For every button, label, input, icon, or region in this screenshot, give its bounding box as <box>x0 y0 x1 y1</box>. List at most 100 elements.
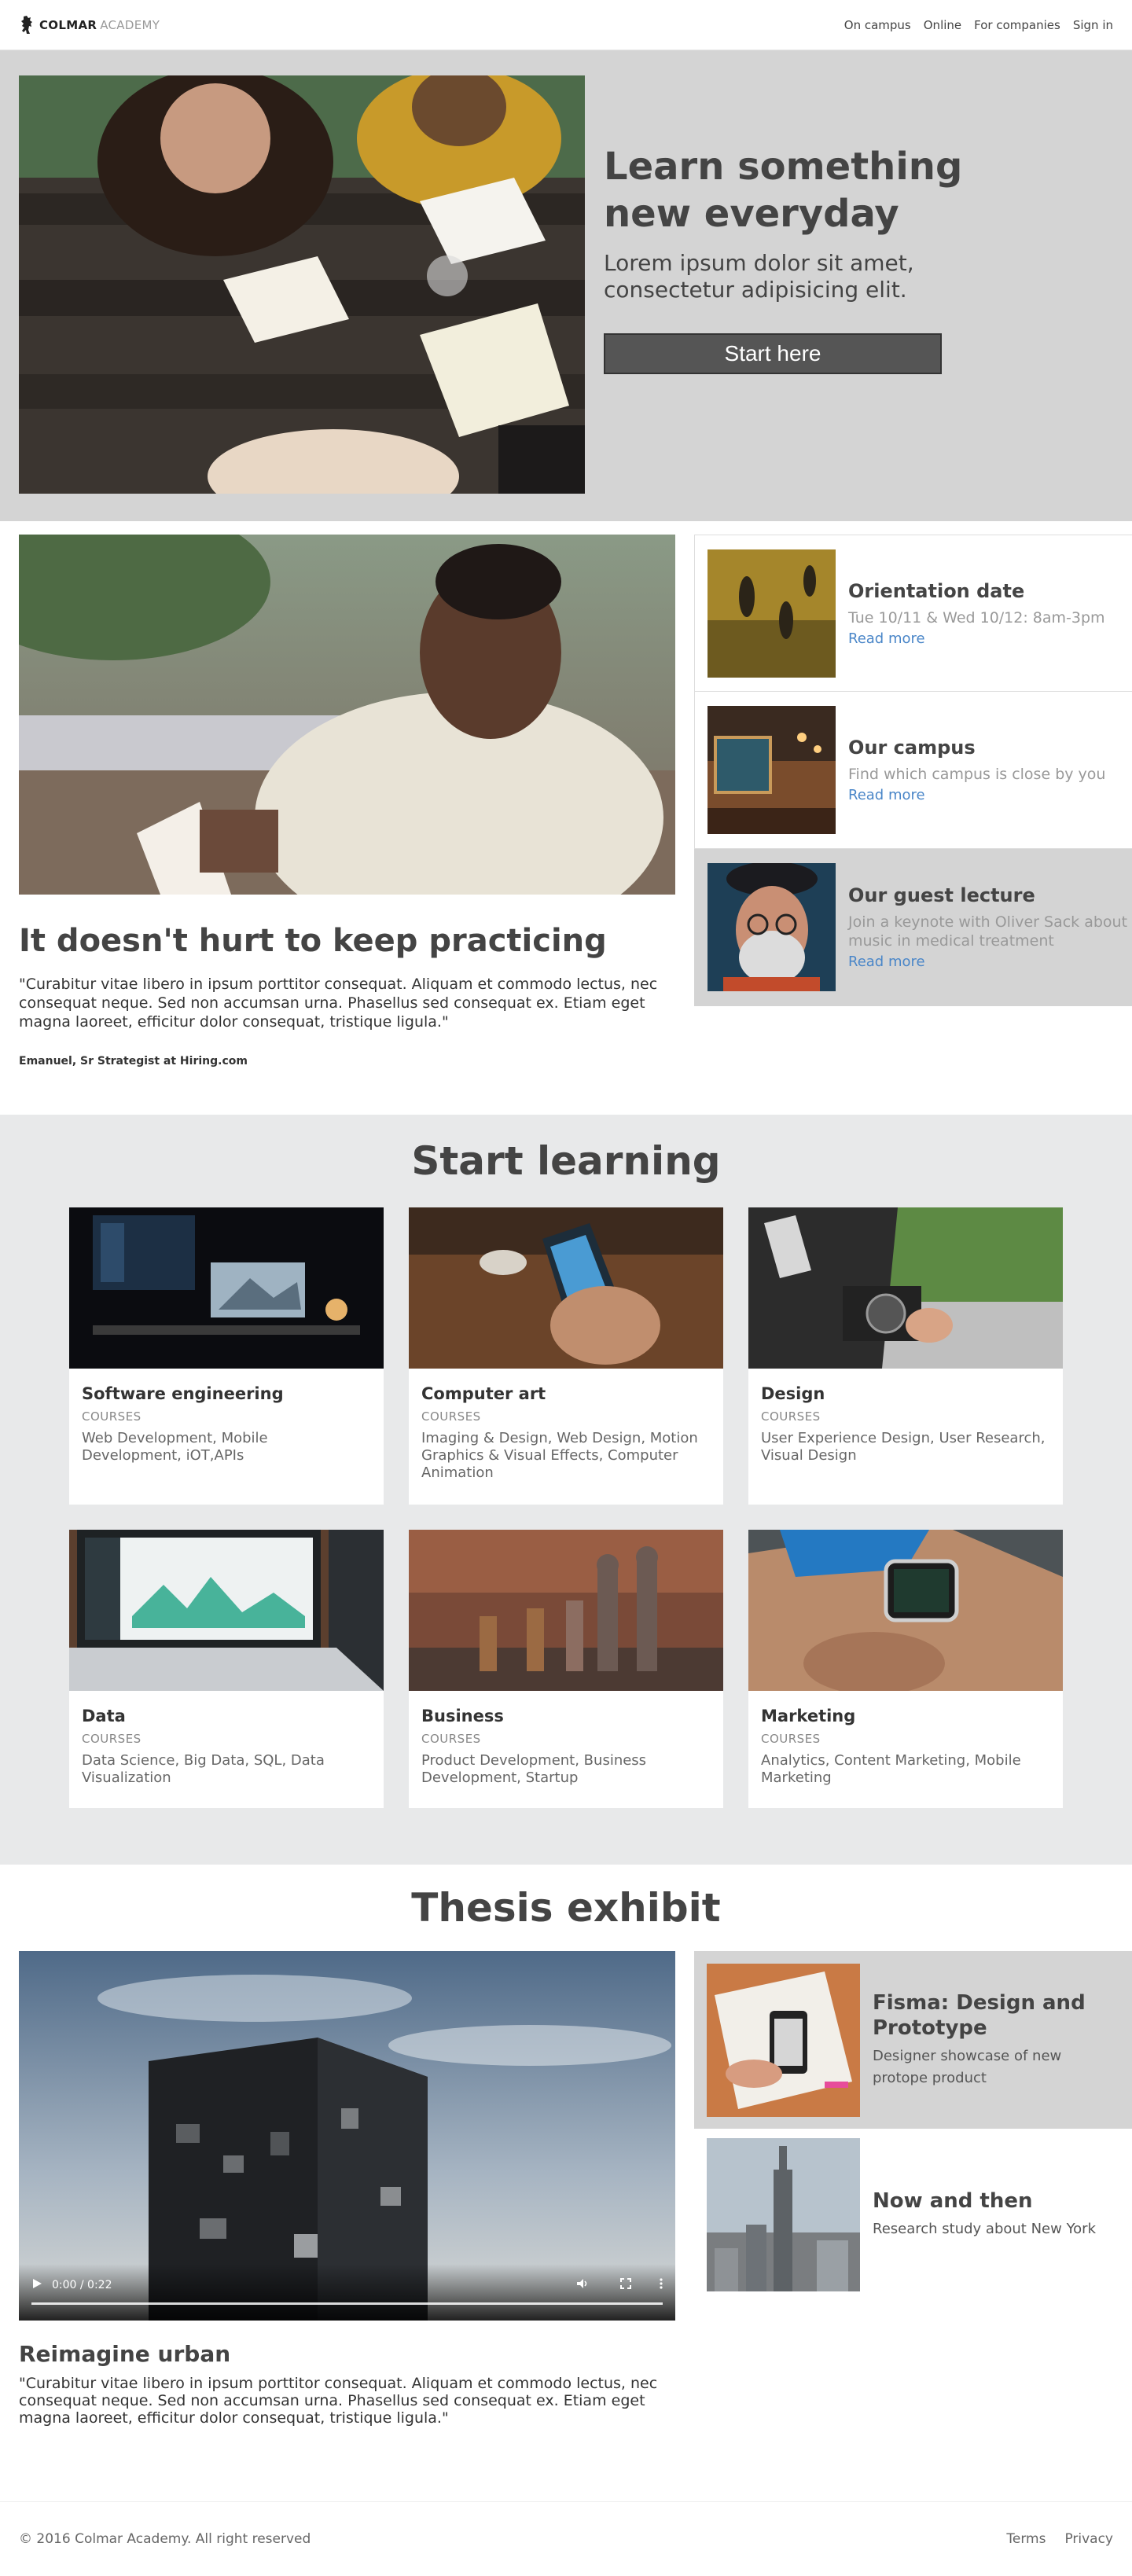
nav-online[interactable]: Online <box>924 18 961 32</box>
video-time: 0:00 / 0:22 <box>52 2279 112 2291</box>
course-list: Product Development, Business Developmen… <box>421 1752 647 1786</box>
reading-man-image <box>19 535 675 895</box>
course-tag: COURSES <box>82 1409 142 1424</box>
course-name: Data <box>82 1707 126 1725</box>
practice-title: It doesn't hurt to keep practicing <box>19 923 607 959</box>
video-controls: 0:00 / 0:22 <box>19 2264 675 2321</box>
hero-image <box>19 75 585 494</box>
thesis-card-body: Now and then Research study about New Yo… <box>860 2188 1119 2240</box>
nav-for-companies[interactable]: For companies <box>974 18 1060 32</box>
thesis-card-fisma[interactable]: Fisma: Design and Prototype Designer sho… <box>694 1951 1132 2129</box>
hero-subtitle: Lorem ipsum dolor sit amet, consectetur … <box>604 250 914 303</box>
video-control-bar: 0:00 / 0:22 <box>31 2278 663 2292</box>
course-list: Data Science, Big Data, SQL, Data Visual… <box>82 1752 325 1786</box>
hero-text: Learn something new everyday Lorem ipsum… <box>585 75 1013 496</box>
course-body: Data COURSES Data Science, Big Data, SQL… <box>69 1691 384 1802</box>
course-body: Business COURSES Product Development, Bu… <box>409 1691 723 1802</box>
practice-author: Emanuel, Sr Strategist at Hiring.com <box>19 1055 248 1068</box>
course-list: Web Development, Mobile Development, iOT… <box>82 1430 268 1464</box>
nav-on-campus[interactable]: On campus <box>844 18 911 32</box>
logo-text-light: ACADEMY <box>100 17 160 32</box>
event-title: Our guest lecture <box>848 884 1035 906</box>
course-image <box>409 1207 723 1369</box>
section-title: Start learning <box>411 1138 721 1184</box>
course-name: Design <box>761 1384 825 1403</box>
fullscreen-icon[interactable] <box>620 2278 631 2292</box>
event-campus[interactable]: Our campus Find which campus is close by… <box>694 692 1132 849</box>
practice-quote: "Curabitur vitae libero in ipsum porttit… <box>19 976 658 1031</box>
copyright: © 2016 Colmar Academy. All right reserve… <box>19 2531 311 2547</box>
thesis-card-title: Now and then <box>873 2189 1033 2213</box>
event-body: Our guest lecture Join a keynote with Ol… <box>836 884 1132 970</box>
course-list: User Experience Design, User Research, V… <box>761 1430 1046 1464</box>
course-body: Marketing COURSES Analytics, Content Mar… <box>748 1691 1063 1802</box>
start-here-button[interactable]: Start here <box>604 333 942 374</box>
course-tag: COURSES <box>761 1409 821 1424</box>
course-card-business[interactable]: Business COURSES Product Development, Bu… <box>409 1530 723 1808</box>
hero-title: Learn something new everyday <box>604 145 963 236</box>
event-desc: Tue 10/11 & Wed 10/12: 8am-3pm <box>848 608 1105 627</box>
course-list: Analytics, Content Marketing, Mobile Mar… <box>761 1752 1021 1786</box>
thesis-section: Thesis exhibit 0:00 / 0:22 Reimagine urb… <box>0 1865 1132 2501</box>
course-body: Software engineering COURSES Web Develop… <box>69 1369 384 1480</box>
course-name: Business <box>421 1707 504 1725</box>
top-nav: On campus Online For companies Sign in <box>844 18 1113 32</box>
thesis-quote: "Curabitur vitae libero in ipsum porttit… <box>19 2375 658 2427</box>
start-learning-section: Start learning Software engineering COUR… <box>0 1115 1132 1865</box>
course-name: Software engineering <box>82 1384 284 1403</box>
volume-icon[interactable] <box>576 2278 589 2292</box>
event-lecture-image <box>708 863 836 991</box>
video-player[interactable]: 0:00 / 0:22 <box>19 1951 675 2321</box>
course-card-software-engineering[interactable]: Software engineering COURSES Web Develop… <box>69 1207 384 1505</box>
thesis-card-desc: Designer showcase of new protope product <box>873 2048 1062 2086</box>
thesis-feature: 0:00 / 0:22 Reimagine urban "Curabitur v… <box>0 1951 694 2427</box>
read-more-link[interactable]: Read more <box>848 630 1105 647</box>
course-image <box>69 1207 384 1369</box>
thesis-card-image <box>707 2137 860 2291</box>
thesis-card-title: Fisma: Design and Prototype <box>873 1991 1086 2040</box>
course-card-design[interactable]: Design COURSES User Experience Design, U… <box>748 1207 1063 1505</box>
course-card-marketing[interactable]: Marketing COURSES Analytics, Content Mar… <box>748 1530 1063 1808</box>
play-icon[interactable] <box>31 2278 42 2292</box>
nav-sign-in[interactable]: Sign in <box>1073 18 1113 32</box>
thesis-card-image <box>707 1963 860 2117</box>
thesis-cards: Fisma: Design and Prototype Designer sho… <box>694 1951 1132 2427</box>
course-image <box>69 1530 384 1691</box>
event-desc: Join a keynote with Oliver Sack about mu… <box>848 913 1128 950</box>
thesis-card-body: Fisma: Design and Prototype Designer sho… <box>860 1990 1132 2089</box>
course-body: Computer art COURSES Imaging & Design, W… <box>409 1369 723 1497</box>
thesis-card-now-and-then[interactable]: Now and then Research study about New Yo… <box>694 2129 1132 2300</box>
event-orientation-image <box>708 549 836 678</box>
event-title: Orientation date <box>848 579 1025 602</box>
course-image <box>409 1530 723 1691</box>
logo[interactable]: COLMAR ACADEMY <box>19 15 160 35</box>
course-name: Marketing <box>761 1707 856 1725</box>
course-name: Computer art <box>421 1384 546 1403</box>
event-body: Orientation date Tue 10/11 & Wed 10/12: … <box>836 580 1105 647</box>
event-guest-lecture[interactable]: Our guest lecture Join a keynote with Ol… <box>694 849 1132 1006</box>
read-more-link[interactable]: Read more <box>848 787 1105 803</box>
more-options-icon[interactable] <box>660 2278 663 2292</box>
course-image <box>748 1207 1063 1369</box>
lion-logo-icon <box>21 15 32 34</box>
video-progress-track[interactable] <box>31 2302 663 2305</box>
thesis-card-desc: Research study about New York <box>873 2221 1097 2237</box>
event-title: Our campus <box>848 737 976 759</box>
event-orientation[interactable]: Orientation date Tue 10/11 & Wed 10/12: … <box>694 535 1132 692</box>
site-footer: © 2016 Colmar Academy. All right reserve… <box>0 2501 1132 2576</box>
practice-feature: It doesn't hurt to keep practicing "Cura… <box>0 535 694 1115</box>
section-title: Thesis exhibit <box>411 1885 721 1931</box>
event-desc: Find which campus is close by you <box>848 766 1106 783</box>
read-more-link[interactable]: Read more <box>848 954 1132 970</box>
event-campus-image <box>708 706 836 834</box>
privacy-link[interactable]: Privacy <box>1064 2531 1113 2547</box>
terms-link[interactable]: Terms <box>1006 2531 1046 2547</box>
hero-section: Learn something new everyday Lorem ipsum… <box>0 50 1132 521</box>
thesis-caption-title: Reimagine urban <box>19 2341 231 2367</box>
events-list: Orientation date Tue 10/11 & Wed 10/12: … <box>694 535 1132 1115</box>
event-body: Our campus Find which campus is close by… <box>836 737 1105 803</box>
thesis-row: 0:00 / 0:22 Reimagine urban "Curabitur v… <box>0 1951 1132 2427</box>
course-card-data[interactable]: Data COURSES Data Science, Big Data, SQL… <box>69 1530 384 1808</box>
course-card-computer-art[interactable]: Computer art COURSES Imaging & Design, W… <box>409 1207 723 1505</box>
course-body: Design COURSES User Experience Design, U… <box>748 1369 1063 1480</box>
